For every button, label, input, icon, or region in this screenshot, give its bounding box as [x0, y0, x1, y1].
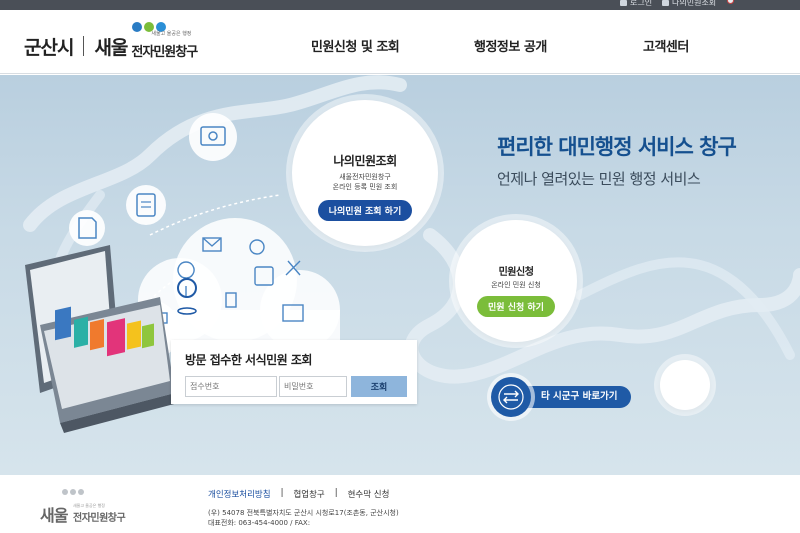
footer-link-divider: | [334, 488, 338, 498]
footer-link-cooperation[interactable]: 협업창구 [293, 488, 324, 500]
visit-service-circle[interactable] [660, 360, 710, 410]
footer-logo-brand: 전자민원창구 [73, 513, 126, 524]
my-inquiry-button[interactable]: 나의민원 조회 하기 [317, 200, 413, 221]
site-header: 군산시 새울 새울고 울공은 행정 전자민원창구 민원신청 및 조회 행정정보 … [0, 10, 800, 74]
site-logo[interactable]: 군산시 새울 새울고 울공은 행정 전자민원창구 [24, 22, 221, 62]
hero-banner: 편리한 대민행정 서비스 창구 언제나 열려있는 민원 행정 서비스 나의민원조… [0, 75, 800, 475]
logo-city-name: 군산시 [24, 36, 74, 59]
apply-title: 민원신청 [498, 267, 534, 278]
monitor-icon [662, 0, 669, 6]
document-icon [69, 210, 105, 246]
lock-icon [620, 0, 627, 6]
footer-phone: 대표전화: 063-454-4000 / FAX: [208, 519, 311, 527]
other-region-link[interactable]: 타 시군구 바로가기 [491, 377, 639, 417]
top-utility-bar: 로그인 나의민원조회 [0, 0, 800, 10]
clipboard-icon [126, 185, 166, 225]
my-inquiry-title: 나의민원조회 [333, 154, 397, 168]
footer-link-privacy[interactable]: 개인정보처리방침 [208, 488, 271, 500]
site-footer: 새울 새울고 울공은 행정 전자민원창구 개인정보처리방침 | 협업창구 | 현… [0, 475, 800, 533]
inquiry-submit-button[interactable]: 조회 [351, 376, 407, 397]
footer-address: (우) 54078 전북특별자치도 군산시 시청로17(조촌동, 군산시청) 대… [208, 509, 399, 527]
other-region-label: 타 시군구 바로가기 [519, 386, 631, 408]
folder-icon [189, 113, 237, 161]
nav-admin-info[interactable]: 행정정보 공개 [474, 36, 547, 55]
footer-logo-dots-icon [62, 489, 84, 495]
apply-desc: 온라인 민원 신청 [491, 281, 541, 289]
logo-tagline: 새울고 울공은 행정 [151, 31, 192, 37]
footer-links: 개인정보처리방침 | 협업창구 | 현수막 신청 [208, 488, 389, 500]
hero-headline: 편리한 대민행정 서비스 창구 [497, 135, 737, 159]
my-inquiry-card: 나의민원조회 새울전자민원창구 온라인 등록 민원 조회 나의민원 조회 하기 [292, 100, 438, 246]
exchange-arrows-icon [491, 377, 531, 417]
footer-logo-saeul: 새울 [40, 506, 68, 525]
circle-icon [727, 0, 734, 4]
visit-inquiry-panel: 방문 접수한 서식민원 조회 조회 [171, 340, 417, 404]
visit-inquiry-label: 방문 접수한 서식민원 조회 [185, 353, 312, 367]
my-inquiry-link[interactable]: 나의민원조회 [662, 0, 716, 8]
my-inquiry-desc: 새울전자민원창구 온라인 등록 민원 조회 [332, 173, 398, 191]
hero-subline: 언제나 열려있는 민원 행정 서비스 [497, 170, 701, 188]
nav-civil-apply-inquiry[interactable]: 민원신청 및 조회 [311, 36, 400, 55]
receipt-number-input[interactable] [185, 376, 277, 397]
logo-brand: 전자민원창구 [131, 45, 198, 60]
logo-divider [83, 36, 85, 56]
footer-link-banner[interactable]: 현수막 신청 [348, 488, 390, 500]
login-link[interactable]: 로그인 [620, 0, 652, 8]
accessibility-toggle[interactable] [727, 0, 734, 4]
nav-customer-center[interactable]: 고객센터 [643, 36, 689, 55]
apply-button[interactable]: 민원 신청 하기 [477, 296, 555, 317]
password-input[interactable] [279, 376, 347, 397]
apply-card: 민원신청 온라인 민원 신청 민원 신청 하기 [455, 220, 577, 342]
logo-saeul: 새울 [94, 36, 128, 59]
footer-link-divider: | [280, 488, 284, 498]
